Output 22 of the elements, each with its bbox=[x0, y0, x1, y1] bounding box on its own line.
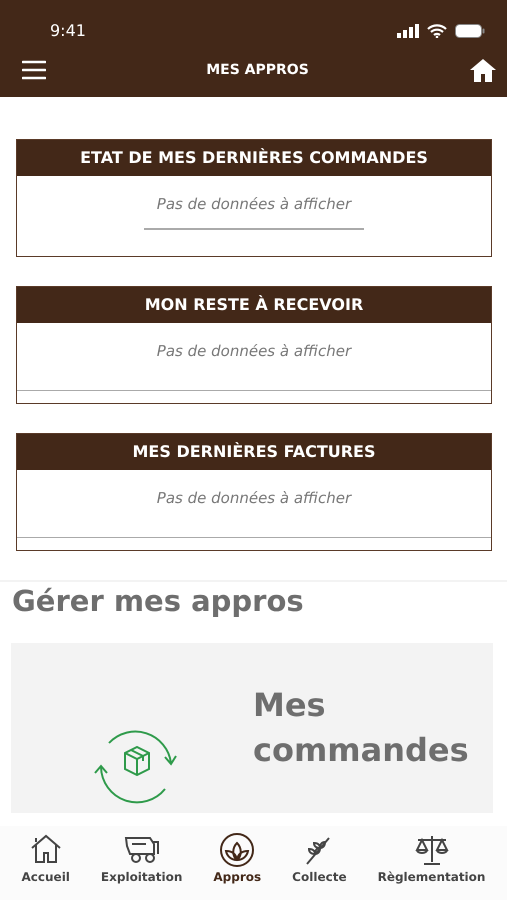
empty-message: Pas de données à afficher bbox=[156, 194, 352, 215]
signal-icon bbox=[397, 24, 419, 38]
tab-item[interactable]: Collecte bbox=[292, 832, 347, 900]
tab-item[interactable]: Appros bbox=[213, 832, 262, 900]
page-title: MES APPROS bbox=[206, 60, 309, 80]
card-title: Mes commandes bbox=[253, 684, 470, 771]
section-title: Gérer mes appros bbox=[12, 584, 305, 619]
feature-card[interactable]: Mes commandes bbox=[11, 642, 493, 813]
battery-icon bbox=[455, 24, 485, 38]
wifi-icon bbox=[427, 24, 447, 38]
panel-title: MES DERNIÈRES FACTURES bbox=[17, 434, 491, 470]
panel-title: MON RESTE À RECEVOIR bbox=[17, 287, 491, 323]
tab-item[interactable]: Règlementation bbox=[378, 832, 486, 900]
panel-title: ETAT DE MES DERNIÈRES COMMANDES bbox=[17, 140, 491, 176]
tab-item[interactable]: Exploitation bbox=[100, 832, 182, 900]
empty-message: Pas de données à afficher bbox=[156, 341, 352, 362]
tab-item[interactable]: Accueil bbox=[22, 832, 70, 900]
empty-message: Pas de données à afficher bbox=[156, 488, 352, 509]
menu-icon[interactable] bbox=[22, 60, 46, 80]
home-icon[interactable] bbox=[468, 57, 497, 83]
status-time: 9:41 bbox=[50, 20, 86, 42]
leaf-circle-icon bbox=[219, 832, 256, 868]
